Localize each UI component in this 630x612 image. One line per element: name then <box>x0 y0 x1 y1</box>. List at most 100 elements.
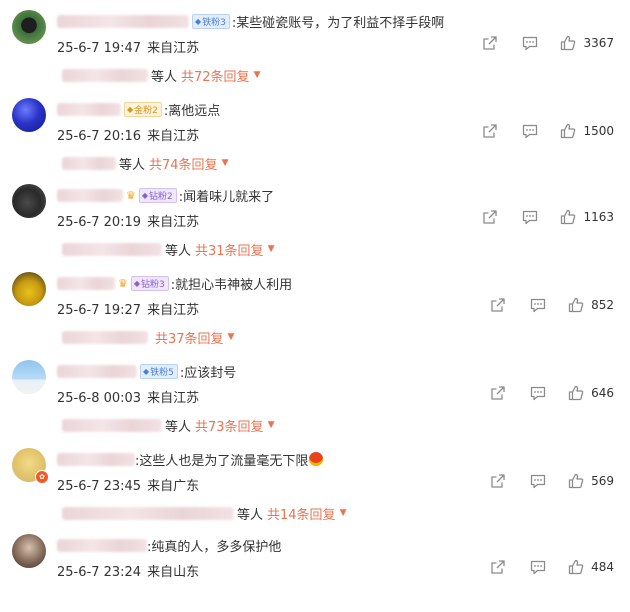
reply-summary[interactable]: 等人 共72条回复 ▼ <box>62 66 261 85</box>
like-count: 569 <box>591 474 614 488</box>
laughing-emoji-icon <box>309 452 324 466</box>
reply-total-link[interactable]: 共72条回复 <box>181 66 250 85</box>
comment-icon[interactable] <box>529 558 547 576</box>
comment-text: :闻着味儿就来了 <box>178 189 275 205</box>
comment-item: ✿ :这些人也是为了流量毫无下限 25-6-7 23:45 来自广东 等人 共14… <box>0 438 630 526</box>
reply-total-link[interactable]: 共37条回复 <box>155 328 224 347</box>
thumbs-up-icon[interactable] <box>567 296 585 314</box>
username-blurred[interactable] <box>57 452 135 466</box>
fan-badge-label: 钻粉3 <box>141 279 165 290</box>
comment-location: 来自山东 <box>147 565 200 580</box>
thumbs-up-icon[interactable] <box>567 472 585 490</box>
comment-meta: 25-6-7 19:47 来自江苏 <box>57 37 199 56</box>
fan-badge: ◆ 铁粉5 <box>140 363 178 379</box>
thumbs-up-icon[interactable] <box>559 208 577 226</box>
forward-icon[interactable] <box>481 34 499 52</box>
username-blurred[interactable] <box>57 538 147 552</box>
fan-badge-label: 铁粉5 <box>150 367 174 378</box>
forward-icon[interactable] <box>489 296 507 314</box>
avatar[interactable] <box>12 360 46 394</box>
forward-icon[interactable] <box>489 384 507 402</box>
reply-summary[interactable]: 共37条回复 ▼ <box>62 328 235 347</box>
comment-item: ♛ ◆ 钻粉2 :闻着味儿就来了 25-6-7 20:19 来自江苏 等人 共31条… <box>0 174 630 262</box>
like-button[interactable]: 3367 <box>559 34 614 52</box>
reply-total-link[interactable]: 共14条回复 <box>267 504 336 523</box>
forward-icon[interactable] <box>489 558 507 576</box>
comment-icon[interactable] <box>529 472 547 490</box>
reply-summary[interactable]: 等人 共14条回复 ▼ <box>62 504 347 523</box>
comment-item: ♛ ◆ 钻粉3 :就担心韦神被人利用 25-6-7 19:27 来自江苏 共37条回… <box>0 262 630 350</box>
reply-users-blurred <box>62 68 148 82</box>
forward-icon[interactable] <box>489 472 507 490</box>
avatar[interactable] <box>12 98 46 132</box>
avatar[interactable]: ✿ <box>12 448 49 484</box>
reply-summary[interactable]: 等人 共74条回复 ▼ <box>62 154 229 173</box>
username-blurred[interactable] <box>57 276 115 290</box>
avatar[interactable] <box>12 10 46 44</box>
comment-text: :某些碰瓷账号，为了利益不择手段啊 <box>231 15 445 31</box>
chevron-down-icon[interactable]: ▼ <box>222 158 229 168</box>
reply-total-link[interactable]: 共73条回复 <box>195 416 264 435</box>
comment-icon[interactable] <box>521 122 539 140</box>
username-blurred[interactable] <box>57 188 123 202</box>
comment-location: 来自江苏 <box>147 303 200 318</box>
username-blurred[interactable] <box>57 102 121 116</box>
like-button[interactable]: 646 <box>567 384 614 402</box>
diamond-icon: ◆ <box>143 366 150 376</box>
thumbs-up-icon[interactable] <box>559 34 577 52</box>
like-button[interactable]: 1163 <box>559 208 614 226</box>
avatar[interactable] <box>12 534 46 568</box>
comment-location: 来自江苏 <box>147 41 200 56</box>
comment-location: 来自广东 <box>147 479 200 494</box>
chevron-down-icon[interactable]: ▼ <box>268 420 275 430</box>
comment-icon[interactable] <box>529 296 547 314</box>
comment-text: :纯真的人，多多保护他 <box>147 539 282 555</box>
comment-actions: 646 <box>489 384 614 402</box>
reply-users-blurred <box>62 506 234 520</box>
like-count: 3367 <box>583 36 614 50</box>
reply-summary[interactable]: 等人 共73条回复 ▼ <box>62 416 275 435</box>
forward-icon[interactable] <box>481 208 499 226</box>
diamond-icon: ◆ <box>133 278 141 288</box>
reply-summary[interactable]: 等人 共31条回复 ▼ <box>62 240 275 259</box>
comment-time: 25-6-7 19:47 <box>57 41 142 56</box>
reply-deng: 等人 <box>237 507 264 523</box>
fan-badge-label: 金粉2 <box>134 105 158 116</box>
comment-time: 25-6-7 20:19 <box>57 215 142 230</box>
reply-total-link[interactable]: 共74条回复 <box>149 154 218 173</box>
avatar[interactable] <box>12 184 46 218</box>
comment-text: :应该封号 <box>179 365 237 381</box>
forward-icon[interactable] <box>481 122 499 140</box>
comment-item: ◆ 铁粉3 :某些碰瓷账号，为了利益不择手段啊 25-6-7 19:47 来自江苏 … <box>0 0 630 88</box>
comment-icon[interactable] <box>521 34 539 52</box>
username-blurred[interactable] <box>57 364 137 378</box>
comment-item: :纯真的人，多多保护他 25-6-7 23:24 来自山东 484 <box>0 524 630 612</box>
thumbs-up-icon[interactable] <box>559 122 577 140</box>
thumbs-up-icon[interactable] <box>567 384 585 402</box>
comment-text: :就担心韦神被人利用 <box>170 277 293 293</box>
comment-meta: 25-6-7 23:45 来自广东 <box>57 475 199 494</box>
comment-text: :离他远点 <box>163 103 221 119</box>
comment-icon[interactable] <box>521 208 539 226</box>
avatar[interactable] <box>12 272 46 306</box>
like-button[interactable]: 484 <box>567 558 614 576</box>
thumbs-up-icon[interactable] <box>567 558 585 576</box>
chevron-down-icon[interactable]: ▼ <box>254 70 261 80</box>
comment-actions: 484 <box>489 558 614 576</box>
comment-meta: 25-6-7 20:19 来自江苏 <box>57 211 199 230</box>
like-button[interactable]: 852 <box>567 296 614 314</box>
reply-users-blurred <box>62 330 148 344</box>
reply-total-link[interactable]: 共31条回复 <box>195 240 264 259</box>
comment-actions: 1500 <box>481 122 614 140</box>
reply-deng: 等人 <box>165 419 192 435</box>
like-button[interactable]: 1500 <box>559 122 614 140</box>
medal-icon: ✿ <box>35 470 49 484</box>
like-button[interactable]: 569 <box>567 472 614 490</box>
reply-users-blurred <box>62 418 162 432</box>
chevron-down-icon[interactable]: ▼ <box>340 508 347 518</box>
comment-icon[interactable] <box>529 384 547 402</box>
username-blurred[interactable] <box>57 14 189 28</box>
chevron-down-icon[interactable]: ▼ <box>228 332 235 342</box>
fan-badge-label: 钻粉2 <box>149 191 173 202</box>
chevron-down-icon[interactable]: ▼ <box>268 244 275 254</box>
